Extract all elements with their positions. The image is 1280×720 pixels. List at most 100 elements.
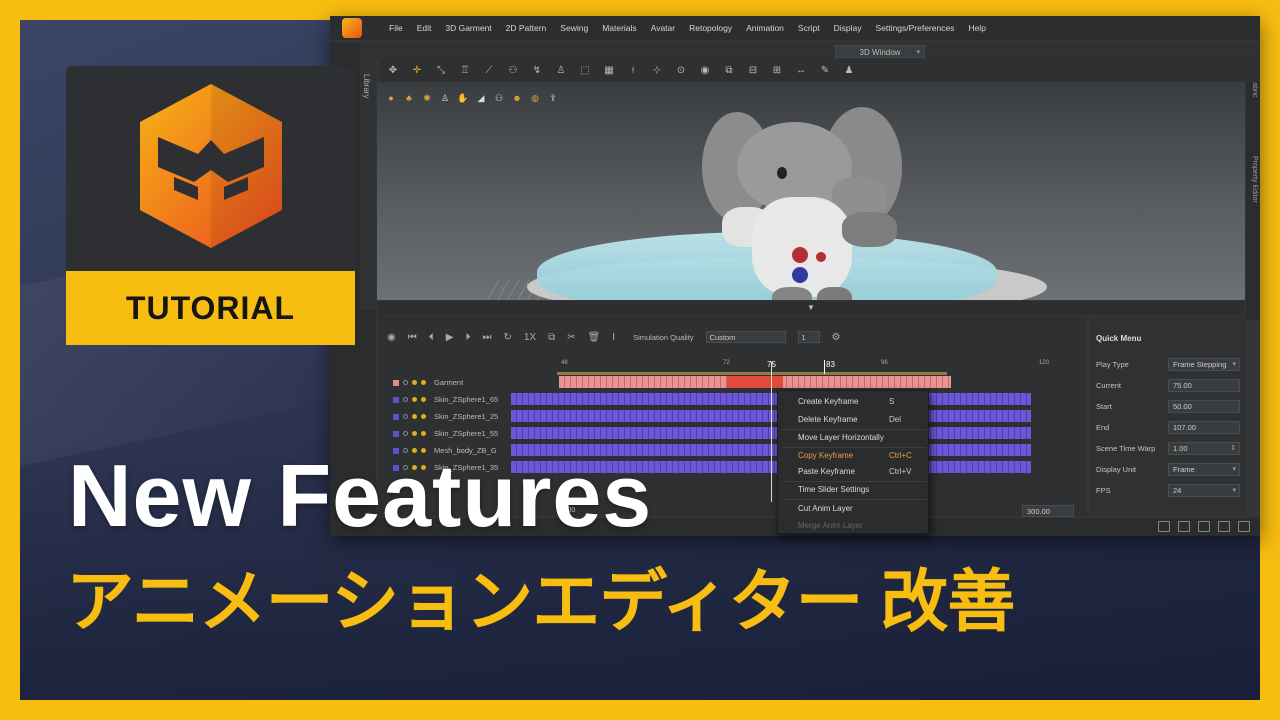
tack-icon[interactable]: ⊹ [650,64,664,78]
split-icon[interactable]: ✂ [567,332,575,343]
play-type-select[interactable]: Frame Stepping [1168,358,1240,371]
warp-input[interactable]: 1.00 [1168,442,1240,455]
display-pin-icon[interactable]: ◢ [475,92,487,104]
transform-icon[interactable]: ⬚ [578,64,592,78]
menu-3d-garment[interactable]: 3D Garment [438,23,498,33]
collapse-toggle[interactable]: ▼ [377,301,1245,315]
move-layer-item[interactable]: Move Layer Horizontally [798,433,923,442]
run-icon[interactable]: ♟ [842,64,856,78]
skip-end-icon[interactable]: ⏭ [482,332,491,343]
end-input[interactable]: 107.00 [1168,421,1240,434]
fold-icon[interactable]: ↯ [530,64,544,78]
lock-icon[interactable] [412,380,417,385]
grid-icon[interactable]: ▦ [602,64,616,78]
visibility-icon[interactable] [403,397,408,402]
display-face-icon[interactable]: ☻ [511,92,523,104]
layout-quad-icon[interactable] [1198,521,1210,532]
target-icon[interactable]: ⊙ [674,64,688,78]
window-select[interactable]: 3D Window [835,44,925,59]
create-keyframe-item[interactable]: Create Keyframe S [798,397,923,406]
menu-avatar[interactable]: Avatar [644,23,682,33]
display-hand-icon[interactable]: ✋ [457,92,469,104]
menu-help[interactable]: Help [961,23,992,33]
display-avatar-icon[interactable]: ● [385,92,397,104]
layout-icon[interactable]: ⧉ [722,64,736,78]
solo-icon[interactable] [421,431,426,436]
lock-icon[interactable] [412,397,417,402]
avatar-icon[interactable]: ♙ [554,64,568,78]
cursor-icon[interactable]: I [612,332,615,343]
menu-animation[interactable]: Animation [739,23,791,33]
solo-icon[interactable] [421,380,426,385]
copy-keyframe-item[interactable]: Copy Keyframe Ctrl+C [798,451,923,460]
track-row[interactable]: Skin_ZSphere1_55 [383,425,1083,442]
menu-2d-pattern[interactable]: 2D Pattern [499,23,554,33]
record-icon[interactable]: ◉ [698,64,712,78]
display-export-icon[interactable]: ⇪ [547,92,559,104]
skip-start-icon[interactable]: ⏮ [408,332,417,343]
visibility-icon[interactable] [403,380,408,385]
visibility-icon[interactable] [403,414,408,419]
loop-icon[interactable]: ↻ [503,332,511,343]
start-input[interactable]: 50.00 [1168,400,1240,413]
visibility-icon[interactable] [403,431,408,436]
selected-keyframe-range[interactable] [727,376,783,388]
pin-icon[interactable]: ⤡ [434,64,448,78]
trash-icon[interactable]: 🗑 [588,332,601,343]
layout-custom-icon[interactable] [1238,521,1250,532]
solo-icon[interactable] [421,414,426,419]
select-icon[interactable]: ✥ [386,64,400,78]
track-row[interactable]: Skin_ZSphere1_65 [383,391,1083,408]
play-icon[interactable]: ▶ [446,332,454,343]
move-icon[interactable]: ✛ [410,64,424,78]
shirt-icon[interactable]: ⚇ [506,64,520,78]
settings-gear-icon[interactable]: ⚙ [832,332,841,343]
copy-icon[interactable]: ⧉ [548,332,555,343]
display-shirt-icon[interactable]: ⚇ [493,92,505,104]
menu-sewing[interactable]: Sewing [553,23,595,33]
resize-icon[interactable]: ↔ [794,64,808,78]
layout-grid-icon[interactable] [1218,521,1230,532]
display-texture-icon[interactable]: ✺ [421,92,433,104]
track-row[interactable]: Garment [383,374,1083,391]
menu-materials[interactable]: Materials [595,23,643,33]
solo-icon[interactable] [421,397,426,402]
display-garment-icon[interactable]: ♣ [403,92,415,104]
record-icon[interactable]: ◉ [387,332,396,343]
track-row[interactable]: Skin_ZSphere1_25 [383,408,1083,425]
step-forward-icon[interactable]: ⏵ [465,332,470,343]
current-input[interactable]: 75.00 [1168,379,1240,392]
display-person-icon[interactable]: ♙ [439,92,451,104]
speed-icon[interactable]: 1X [524,332,536,343]
align-icon[interactable]: ⊟ [746,64,760,78]
split-icon[interactable]: ⊞ [770,64,784,78]
menu-script[interactable]: Script [791,23,827,33]
unit-select[interactable]: Frame [1168,463,1240,476]
cut-anim-layer-item[interactable]: Cut Anim Layer [798,504,923,513]
menu-edit[interactable]: Edit [410,23,439,33]
garment-icon[interactable]: ♖ [458,64,472,78]
fps-select[interactable]: 24 [1168,484,1240,497]
brush-icon[interactable]: ✎ [818,64,832,78]
lock-icon[interactable] [412,431,417,436]
range-end-field[interactable]: 300.00 [1022,505,1074,517]
measure-icon[interactable]: ⟊ [626,64,640,78]
layout-split-icon[interactable] [1178,521,1190,532]
delete-keyframe-item[interactable]: Delete Keyframe Del [798,415,923,424]
layout-single-icon[interactable] [1158,521,1170,532]
menu-file[interactable]: File [382,23,410,33]
playhead[interactable] [771,362,772,502]
3d-viewport[interactable]: ● ♣ ✺ ♙ ✋ ◢ ⚇ ☻ ◍ ⇪ [377,82,1245,300]
wand-icon[interactable]: ⟋ [482,64,496,78]
display-sphere-icon[interactable]: ◍ [529,92,541,104]
time-slider-settings-item[interactable]: Time Slider Settings [798,485,923,494]
property-editor-label[interactable]: Property Editor [1251,156,1258,203]
menu-display[interactable]: Display [827,23,869,33]
time-ruler[interactable]: 48 72 96 120 [557,360,1049,372]
simulation-quality-select[interactable]: Custom [705,331,786,343]
menu-settings[interactable]: Settings/Preferences [869,23,962,33]
lock-icon[interactable] [412,414,417,419]
step-back-icon[interactable]: ⏴ [429,332,434,343]
library-label[interactable]: Library [362,74,371,98]
menu-retopology[interactable]: Retopology [682,23,739,33]
